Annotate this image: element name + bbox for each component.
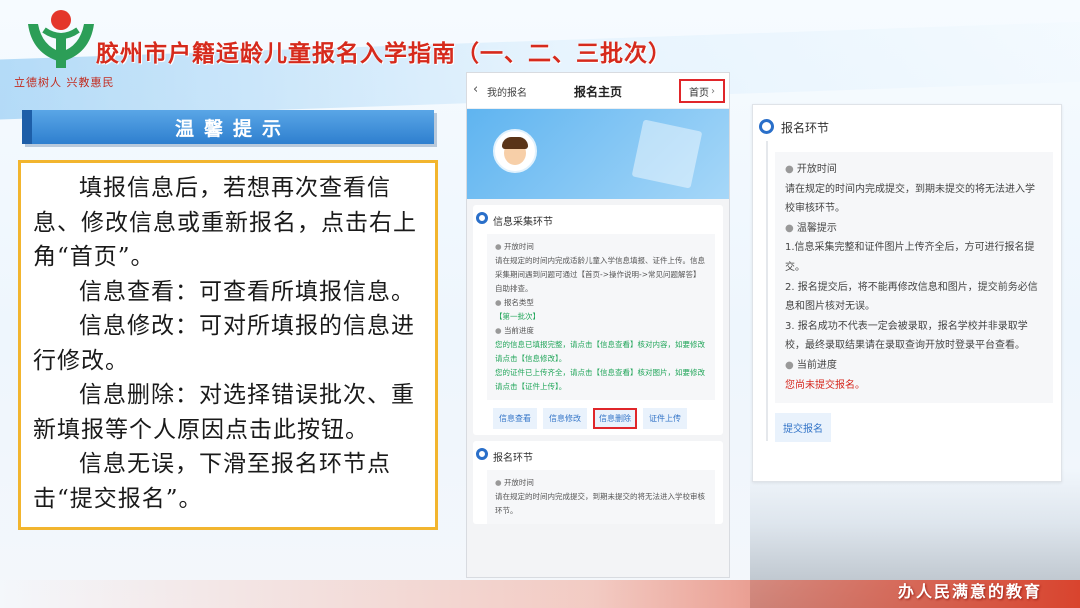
tip-box: 填报信息后，若想再次查看信息、修改信息或重新报名，点击右上角“首页”。 信息查看…	[18, 160, 438, 530]
tip-paragraph: 信息删除：对选择错误批次、重新填报等个人原因点击此按钮。	[33, 382, 415, 443]
submit-registration-button[interactable]: 提交报名	[775, 413, 831, 443]
tip-paragraph: 信息无误，下滑至报名环节点击“提交报名”。	[33, 451, 391, 512]
open-time-text: 请在规定的时间内完成提交，到期未提交的将无法进入学校审核环节。	[785, 183, 1035, 215]
footer-slogan: 办人民满意的教育	[897, 582, 1042, 601]
section-title: 信息采集环节	[493, 217, 553, 228]
home-button[interactable]: 首页 ›	[679, 79, 725, 103]
section-info-collection: 信息采集环节 开放时间 请在规定的时间内完成适龄儿童入学信息填报、证件上传。信息…	[473, 205, 723, 435]
tips-label: 温馨提示	[785, 219, 1043, 239]
phone-screenshot: ‹ 我的报名 报名主页 首页 › 信息采集环节 开放时间 请在规定的时间内完成适…	[466, 72, 730, 578]
tip-banner-label: 温馨提示	[174, 117, 291, 140]
avatar	[493, 129, 537, 173]
phone-nav-bar: ‹ 我的报名 报名主页 首页 ›	[467, 73, 729, 109]
progress-label: 当前进度	[495, 324, 707, 338]
action-buttons: 信息查看 信息修改 信息删除 证件上传	[473, 400, 723, 435]
school-logo-icon	[28, 10, 94, 68]
tip-banner: 温馨提示	[22, 110, 434, 144]
progress-text: 您的证件已上传齐全，请点击【信息查看】核对图片，如要修改请点击【证件上传】。	[495, 368, 705, 391]
profile-banner	[467, 109, 729, 199]
section-ring-icon	[476, 212, 488, 224]
tip-paragraph: 信息修改：可对所填报的信息进行修改。	[33, 313, 415, 374]
type-value: 【第一批次】	[495, 312, 540, 321]
open-time-label: 开放时间	[495, 240, 707, 254]
document-icon	[631, 119, 703, 189]
timeline-line	[766, 141, 768, 441]
tip-item: 2. 报名提交后，将不能再修改信息和图片，提交前务必信息和图片核对无误。	[785, 281, 1038, 313]
chevron-right-icon: ›	[711, 85, 715, 97]
section-ring-icon	[759, 119, 774, 134]
info-card: 开放时间 请在规定的时间内完成提交，到期未提交的将无法进入学校审核环节。	[487, 470, 715, 524]
type-label: 报名类型	[495, 296, 707, 310]
section-title: 报名环节	[493, 453, 533, 464]
tip-item: 1.信息采集完整和证件图片上传齐全后，方可进行报名提交。	[785, 242, 1035, 273]
tip-paragraph: 信息查看：可查看所填报信息。	[79, 278, 415, 305]
upload-docs-button[interactable]: 证件上传	[643, 408, 687, 429]
edit-info-button[interactable]: 信息修改	[543, 408, 587, 429]
tip-item: 3. 报名成功不代表一定会被录取，报名学校并非录取学校，最终录取结果请在录取查询…	[785, 320, 1028, 352]
open-time-text: 请在规定的时间内完成适龄儿童入学信息填报、证件上传。信息采集期间遇到问题可通过【…	[495, 256, 705, 293]
open-time-text: 请在规定的时间内完成提交，到期未提交的将无法进入学校审核环节。	[495, 492, 705, 515]
info-card: 开放时间 请在规定的时间内完成适龄儿童入学信息填报、证件上传。信息采集期间遇到问…	[487, 234, 715, 400]
school-motto: 立德树人 兴教惠民	[14, 76, 115, 89]
view-info-button[interactable]: 信息查看	[493, 408, 537, 429]
info-card: 开放时间 请在规定的时间内完成提交，到期未提交的将无法进入学校审核环节。 温馨提…	[775, 152, 1053, 404]
home-button-label: 首页	[689, 87, 709, 99]
progress-text: 您的信息已填报完整，请点击【信息查看】核对内容，如要修改请点击【信息修改】。	[495, 340, 705, 363]
registration-panel: 报名环节 开放时间 请在规定的时间内完成提交，到期未提交的将无法进入学校审核环节…	[752, 104, 1062, 482]
page-title: 胶州市户籍适龄儿童报名入学指南（一、二、三批次）	[96, 40, 672, 67]
progress-status: 您尚未提交报名。	[785, 379, 865, 391]
tip-paragraph: 填报信息后，若想再次查看信息、修改信息或重新报名，点击右上角“首页”。	[33, 175, 417, 270]
open-time-label: 开放时间	[495, 476, 707, 490]
progress-label: 当前进度	[785, 356, 1043, 376]
delete-info-button[interactable]: 信息删除	[593, 408, 637, 429]
section-ring-icon	[476, 448, 488, 460]
section-registration: 报名环节 开放时间 请在规定的时间内完成提交，到期未提交的将无法进入学校审核环节…	[473, 441, 723, 524]
panel-title: 报名环节	[781, 121, 830, 135]
open-time-label: 开放时间	[785, 160, 1043, 180]
